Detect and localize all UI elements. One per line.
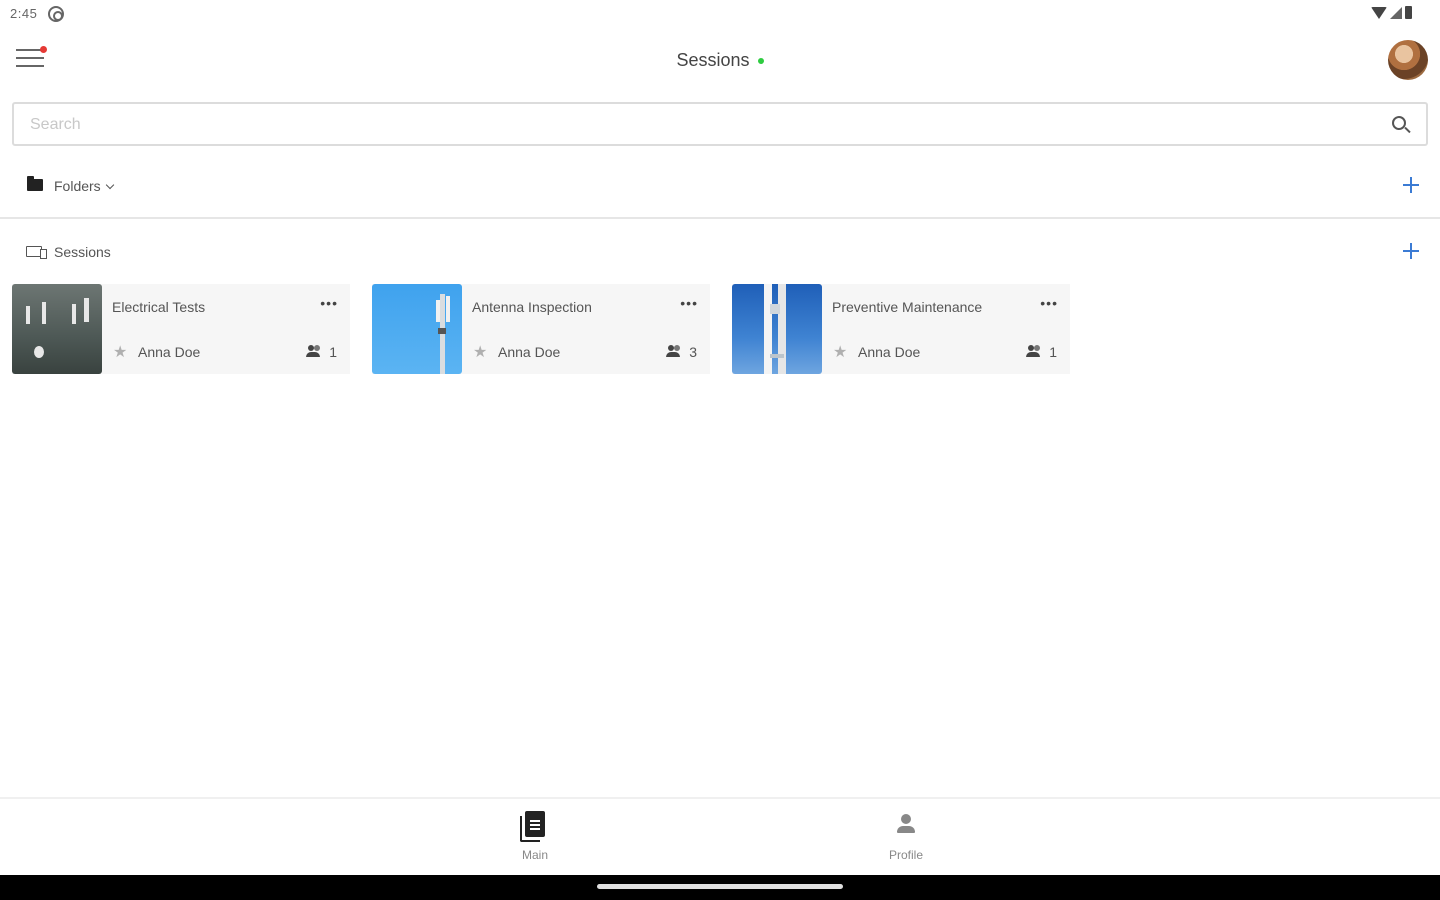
session-owner: Anna Doe	[858, 344, 921, 360]
more-options-icon[interactable]: •••	[1040, 296, 1058, 310]
page-title: Sessions	[0, 50, 1440, 71]
more-options-icon[interactable]: •••	[320, 296, 338, 310]
add-session-button[interactable]	[1402, 242, 1420, 260]
online-status-dot	[757, 58, 764, 65]
session-owner: Anna Doe	[498, 344, 561, 360]
folders-label: Folders	[54, 178, 101, 194]
star-icon[interactable]: ★	[833, 342, 847, 362]
folder-icon	[27, 176, 43, 191]
wifi-icon	[1371, 6, 1387, 19]
status-bar: 2:45	[0, 0, 1440, 28]
session-card[interactable]: Antenna Inspection ••• ★ Anna Doe 3	[372, 284, 710, 374]
folders-header: Folders	[0, 166, 1440, 206]
people-icon	[666, 345, 682, 357]
home-gesture-handle[interactable]	[597, 884, 843, 889]
nav-profile-tab[interactable]: Profile	[846, 811, 966, 862]
member-count: 1	[329, 344, 337, 360]
battery-icon	[1405, 6, 1412, 19]
session-card[interactable]: Electrical Tests ••• ★ Anna Doe 1	[12, 284, 350, 374]
session-thumbnail	[372, 284, 462, 374]
app-bar: Sessions	[0, 28, 1440, 94]
session-thumbnail	[12, 284, 102, 374]
add-folder-button[interactable]	[1402, 176, 1420, 194]
page-title-text: Sessions	[676, 50, 750, 70]
cell-signal-icon	[1390, 6, 1402, 19]
system-navigation-bar	[0, 875, 1440, 900]
search-input[interactable]	[30, 114, 1330, 136]
avatar[interactable]	[1388, 40, 1428, 80]
person-icon	[895, 811, 917, 837]
folders-toggle[interactable]: Folders	[54, 178, 114, 194]
status-time: 2:45	[10, 6, 38, 21]
session-title: Preventive Maintenance	[832, 299, 983, 315]
status-icons	[1371, 6, 1412, 19]
star-icon[interactable]: ★	[473, 342, 487, 362]
session-list: Electrical Tests ••• ★ Anna Doe 1 Antenn…	[12, 284, 1070, 374]
divider	[0, 217, 1440, 219]
sessions-header: Sessions	[0, 232, 1440, 272]
more-options-icon[interactable]: •••	[680, 296, 698, 310]
star-icon[interactable]: ★	[113, 342, 127, 362]
member-count: 1	[1049, 344, 1057, 360]
search-icon[interactable]	[1392, 116, 1406, 130]
bottom-navigation: Main Profile	[0, 797, 1440, 875]
people-icon	[1026, 345, 1042, 357]
chevron-down-icon	[105, 180, 114, 190]
member-count: 3	[689, 344, 697, 360]
search-bar	[12, 102, 1428, 146]
nav-label-main: Main	[521, 848, 548, 862]
google-icon	[48, 6, 64, 22]
session-thumbnail	[732, 284, 822, 374]
nav-main-tab[interactable]: Main	[475, 811, 595, 862]
people-icon	[306, 345, 322, 357]
session-owner: Anna Doe	[138, 344, 201, 360]
document-icon	[520, 811, 545, 842]
sessions-label: Sessions	[54, 244, 111, 260]
devices-icon	[26, 246, 47, 259]
nav-label-profile: Profile	[888, 848, 923, 862]
session-title: Electrical Tests	[112, 299, 206, 315]
session-title: Antenna Inspection	[472, 299, 592, 315]
session-card[interactable]: Preventive Maintenance ••• ★ Anna Doe 1	[732, 284, 1070, 374]
